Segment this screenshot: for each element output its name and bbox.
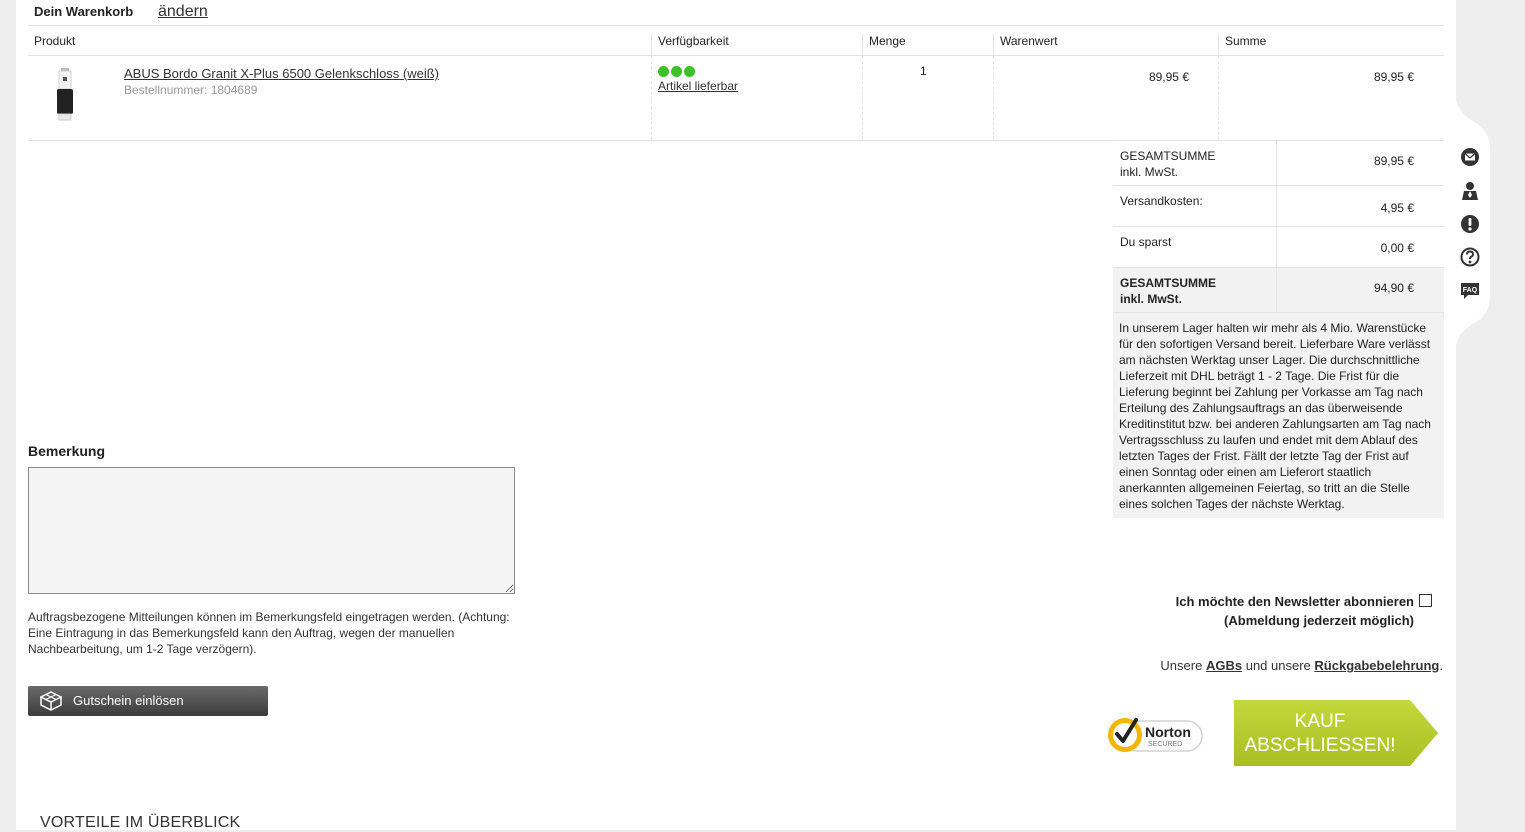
gift-box-icon [40, 691, 62, 711]
buy-line-1: KAUF [1294, 711, 1346, 732]
faq-icon[interactable]: FAQ [1460, 281, 1480, 301]
subtotal-vat-label: inkl. MwSt. [1120, 165, 1179, 179]
person-icon[interactable] [1460, 181, 1480, 201]
buy-line-2: ABSCHLIESSEN! [1244, 735, 1396, 756]
remark-hint: Auftragsbezogene Mitteilungen können im … [28, 610, 510, 656]
remark-title: Bemerkung [28, 443, 106, 459]
availability-indicator [658, 66, 697, 80]
item-total-value: 89,95 € [1373, 70, 1414, 84]
return-policy-link[interactable]: Rückgabebelehrung [1314, 658, 1439, 673]
subtotal-label: GESAMTSUMME [1120, 149, 1216, 163]
faq-icon-text: FAQ [1463, 287, 1478, 294]
complete-purchase-button[interactable]: KAUF ABSCHLIESSEN! [1234, 700, 1440, 766]
grand-total-value: 94,90 € [1373, 281, 1414, 295]
terms-prefix: Unsere [1160, 658, 1203, 673]
product-order-number: Bestellnummer: 1804689 [124, 83, 258, 97]
product-name-link[interactable]: ABUS Bordo Granit X-Plus 6500 Gelenkschl… [124, 66, 439, 81]
norton-tag-text: SECURED [1148, 741, 1182, 748]
subtotal-value: 89,95 € [1373, 154, 1414, 168]
totals-table: GESAMTSUMME inkl. MwSt. 89,95 € Versandko… [1113, 140, 1444, 518]
grand-total-vat-label: inkl. MwSt. [1120, 292, 1183, 306]
subtotal-row: GESAMTSUMME inkl. MwSt. 89,95 € [1113, 140, 1444, 185]
cart-table: Produkt Verfügbarkeit Menge Warenwert Su… [28, 25, 1444, 141]
grand-total-row: GESAMTSUMME inkl. MwSt. 94,90 € [1113, 267, 1444, 312]
redeem-voucher-button[interactable]: Gutschein einlösen [28, 686, 268, 716]
agb-link[interactable]: AGBs [1206, 658, 1242, 673]
cart-heading: Dein Warenkorb [34, 4, 134, 19]
remark-textarea[interactable] [28, 467, 515, 594]
mail-icon[interactable] [1460, 147, 1480, 167]
column-header-total: Summe [1225, 34, 1267, 48]
column-header-quantity: Menge [869, 34, 906, 48]
newsletter-line-1: Ich möchte den Newsletter abonnieren [1175, 594, 1414, 609]
redeem-voucher-label: Gutschein einlösen [73, 693, 184, 708]
norton-brand-text: Norton [1145, 724, 1191, 740]
savings-value: 0,00 € [1380, 241, 1414, 255]
terms-notice: Unsere AGBs und unsere Rückgabebelehrung… [1160, 658, 1443, 673]
advantages-heading: VORTEILE IM ÜBERBLICK [40, 814, 241, 831]
column-header-availability: Verfügbarkeit [658, 34, 729, 48]
page-content: Dein Warenkorb ändern Produkt Verfügbark… [16, 0, 1456, 831]
cart-item-row: ABUS Bordo Granit X-Plus 6500 Gelenkschl… [28, 56, 1444, 141]
terms-middle: und unsere [1245, 658, 1311, 673]
grand-total-label: GESAMTSUMME [1120, 276, 1216, 290]
norton-secured-badge: Norton SECURED [1108, 718, 1203, 752]
alert-icon[interactable] [1460, 214, 1480, 234]
newsletter-label: Ich möchte den Newsletter abonnieren (Ab… [1176, 592, 1414, 630]
goods-value: 89,95 € [1148, 70, 1189, 84]
quantity-value[interactable]: 1 [920, 64, 927, 78]
availability-link[interactable]: Artikel lieferbar [658, 79, 738, 93]
cart-table-header: Produkt Verfügbarkeit Menge Warenwert Su… [28, 26, 1444, 56]
help-icon[interactable] [1460, 247, 1480, 267]
savings-row: Du sparst 0,00 € [1113, 226, 1444, 267]
terms-suffix: . [1439, 658, 1443, 673]
product-image[interactable] [52, 68, 78, 122]
column-header-goods-value: Warenwert [1000, 34, 1058, 48]
shipping-label: Versandkosten: [1120, 194, 1203, 208]
savings-label: Du sparst [1120, 235, 1172, 249]
newsletter-checkbox[interactable] [1419, 594, 1432, 607]
shipping-row: Versandkosten: 4,95 € [1113, 185, 1444, 226]
newsletter-line-2: (Abmeldung jederzeit möglich) [1224, 613, 1414, 628]
change-cart-link[interactable]: ändern [158, 3, 208, 21]
delivery-info: In unserem Lager halten wir mehr als 4 M… [1113, 312, 1444, 518]
shipping-value: 4,95 € [1380, 201, 1414, 215]
complete-purchase-label: KAUF ABSCHLIESSEN! [1240, 710, 1400, 758]
column-header-product: Produkt [34, 34, 76, 48]
